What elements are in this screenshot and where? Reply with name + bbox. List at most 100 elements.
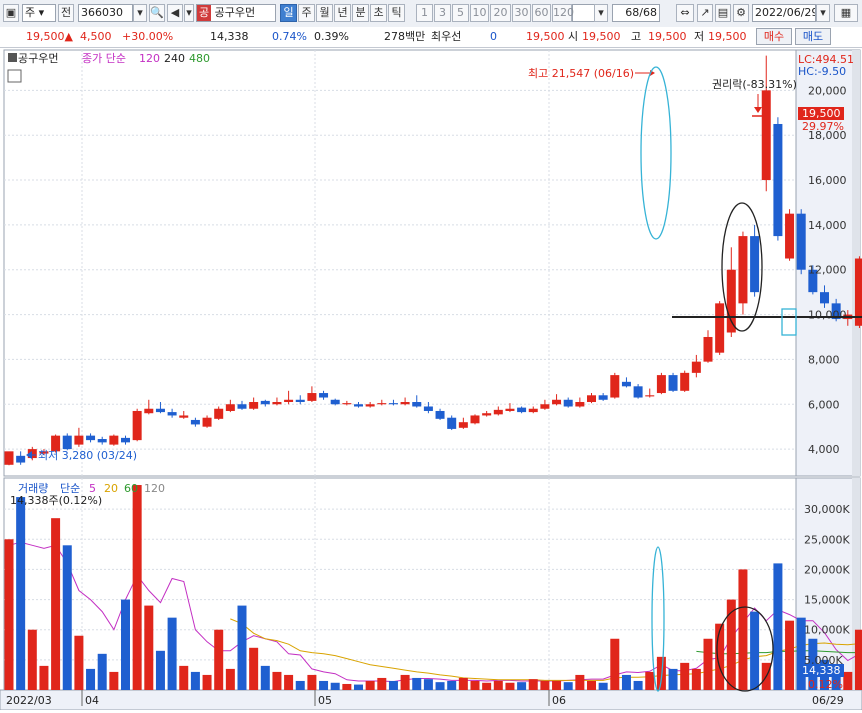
current-price: 19,500▲ xyxy=(26,30,73,43)
interval-button-1[interactable]: 1 xyxy=(416,4,433,22)
volume-bar xyxy=(633,680,643,690)
draw-tool-icon[interactable]: ↗ xyxy=(697,4,713,22)
volume-bar xyxy=(237,605,247,690)
date-dropdown-icon[interactable]: ▾ xyxy=(816,4,830,22)
buy-button[interactable]: 매수 xyxy=(756,28,792,45)
interval-button-3[interactable]: 3 xyxy=(434,4,451,22)
candle-body xyxy=(74,435,84,445)
interval-button-10[interactable]: 10 xyxy=(470,4,489,22)
date-field[interactable]: 2022/06/29 xyxy=(752,4,816,22)
speaker-icon[interactable]: ◀ xyxy=(167,4,183,22)
candle-body xyxy=(680,372,690,391)
volume-bar xyxy=(109,671,119,690)
toolbar: ▣ 주 ▾ 전 366030 ▾ 🔍 ◀ ▾ 공 공구우먼 ▾ 68/68 ⇔ … xyxy=(0,0,862,28)
volume-tick-label: 25,000K xyxy=(804,533,850,546)
volume-bar xyxy=(563,682,573,690)
candle-body xyxy=(377,403,387,405)
volume-tag-pct: 0.12% xyxy=(808,678,843,691)
x-label-end: 06/29 xyxy=(812,694,844,707)
volume-bar xyxy=(354,684,363,690)
candle-body xyxy=(598,395,608,400)
search-icon[interactable]: 🔍 xyxy=(149,4,165,22)
candle-body xyxy=(656,375,666,394)
candle-body xyxy=(423,406,433,411)
interval-button-30[interactable]: 30 xyxy=(512,4,531,22)
candle-body xyxy=(307,393,317,401)
period-button-6[interactable]: 틱 xyxy=(388,4,405,22)
stock-name-field[interactable]: 공 공구우먼 xyxy=(196,4,276,22)
volume-bar xyxy=(388,680,398,690)
prev-button[interactable]: 전 xyxy=(58,4,74,22)
candle-body xyxy=(738,236,748,304)
volume-bar xyxy=(703,638,713,690)
volume-bar xyxy=(377,677,387,690)
volume-bar xyxy=(738,569,748,690)
sell-button[interactable]: 매도 xyxy=(795,28,831,45)
x-label-06: 06 xyxy=(552,694,566,707)
candle-body xyxy=(155,408,165,413)
candle-body xyxy=(400,402,410,405)
volume-bar xyxy=(750,611,760,690)
candle-body xyxy=(621,381,631,387)
volume-bar xyxy=(400,674,410,690)
volume-bar xyxy=(715,623,725,690)
gear-icon[interactable]: ⚙ xyxy=(733,4,749,22)
volume-ma-60: 60 xyxy=(124,482,138,495)
volume-bar xyxy=(854,629,862,690)
volume-bar xyxy=(528,679,538,690)
grid-toggle-icon[interactable] xyxy=(7,69,22,83)
candle-body xyxy=(225,404,235,411)
chart-area[interactable]: 4,000 6,000 8,000 10,000 12,000 14,000 16,000 1… xyxy=(0,48,862,711)
interval-button-20[interactable]: 20 xyxy=(490,4,511,22)
bid-price: 19,500 xyxy=(526,30,565,43)
zoom-icon[interactable]: ⇔ xyxy=(676,4,694,22)
volume-bar xyxy=(167,617,177,690)
price-ma-120: 120 xyxy=(139,52,160,65)
low-annotation: 최저 3,280 (03/24) xyxy=(38,449,137,462)
candle-body xyxy=(691,361,701,373)
window-menu-icon[interactable]: ▣ xyxy=(3,4,19,22)
chart-stock-name: 공구우먼 xyxy=(18,52,58,65)
candle-body xyxy=(260,400,270,405)
candle-body xyxy=(284,399,294,403)
volume-current-text: 14,338주(0.12%) xyxy=(10,494,102,507)
panel-menu-icon[interactable] xyxy=(8,53,17,62)
save-icon[interactable]: ▤ xyxy=(715,4,731,22)
volume-bar xyxy=(621,674,631,690)
candle-body xyxy=(587,395,596,403)
volume-bar xyxy=(365,680,375,690)
period-button-1[interactable]: 주 xyxy=(298,4,315,22)
volume-bar xyxy=(575,674,585,690)
candle-body xyxy=(237,404,247,409)
stock-name: 공구우먼 xyxy=(214,6,256,19)
volume-bar xyxy=(86,668,96,690)
volume-bar xyxy=(260,665,270,690)
volume-bar xyxy=(412,677,422,690)
interval-button-120[interactable]: 120 xyxy=(552,4,574,22)
candle-body xyxy=(540,404,550,409)
price-tick-label: 10,000 xyxy=(808,309,847,322)
price-tick-label: 4,000 xyxy=(808,443,840,456)
stock-code-input[interactable]: 366030 xyxy=(78,4,133,22)
period-button-2[interactable]: 월 xyxy=(316,4,333,22)
market-select[interactable]: 주 ▾ xyxy=(22,4,56,22)
code-dropdown-icon[interactable]: ▾ xyxy=(133,4,147,22)
interval-button-60[interactable]: 60 xyxy=(532,4,551,22)
speaker-dropdown-icon[interactable]: ▾ xyxy=(184,4,194,22)
price-volume-chart[interactable]: 4,000 6,000 8,000 10,000 12,000 14,000 16,000 1… xyxy=(0,48,862,711)
volume-bar xyxy=(482,682,492,690)
volume-bar xyxy=(587,680,596,690)
volume-bar xyxy=(680,662,690,690)
candle-body xyxy=(633,386,643,398)
volume-bar xyxy=(319,680,329,690)
candle-body xyxy=(97,439,107,443)
period-button-4[interactable]: 분 xyxy=(352,4,369,22)
interval-button-5[interactable]: 5 xyxy=(452,4,469,22)
interval-dropdown-icon[interactable]: ▾ xyxy=(594,4,608,22)
period-button-3[interactable]: 년 xyxy=(334,4,351,22)
period-button-5[interactable]: 초 xyxy=(370,4,387,22)
period-button-0[interactable]: 일 xyxy=(280,4,297,22)
candle-body xyxy=(470,415,480,424)
volume-bar xyxy=(74,635,84,690)
calendar-icon[interactable]: ▦ xyxy=(834,4,858,22)
